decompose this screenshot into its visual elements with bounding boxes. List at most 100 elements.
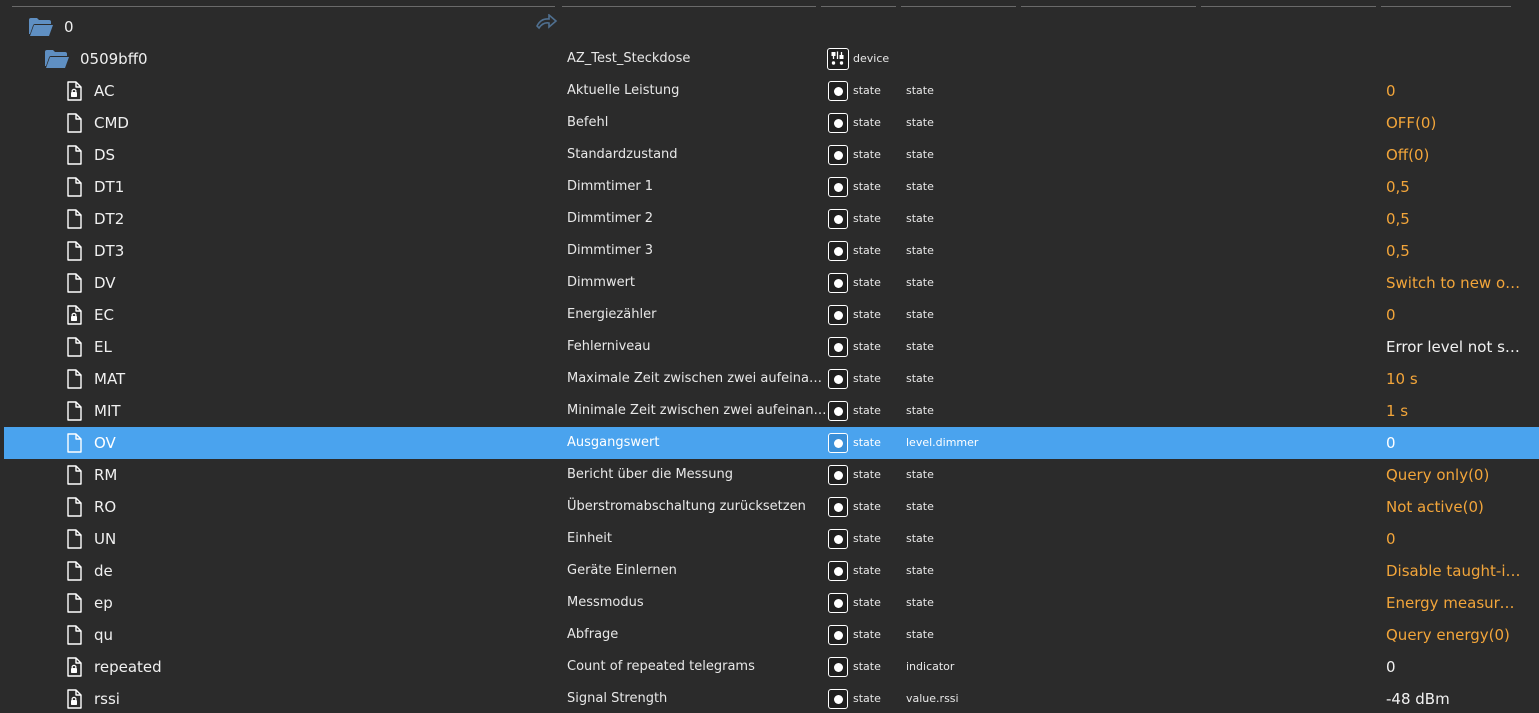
state-row-value[interactable]: 1 s xyxy=(1386,395,1523,427)
file-icon xyxy=(66,235,82,267)
state-dot-icon xyxy=(826,203,850,235)
file-icon xyxy=(66,395,82,427)
tree-row-id: 0509bff0 xyxy=(80,50,148,68)
state-row-id: EC xyxy=(94,306,114,324)
state-row[interactable]: rssi Signal Strength state value.rssi -48 dB… xyxy=(4,683,1539,713)
state-row[interactable]: qu Abfrage state state Query energy(0) xyxy=(4,619,1539,651)
state-row-value[interactable]: 0 xyxy=(1386,427,1523,459)
header-divider-room xyxy=(1021,6,1196,7)
state-row-name: Minimale Zeit zwischen zwei aufeinander.… xyxy=(567,403,829,418)
state-row[interactable]: EL Fehlerniveau state state Error level not … xyxy=(4,331,1539,363)
state-row-name: Dimmwert xyxy=(567,275,636,290)
state-dot-icon xyxy=(826,171,850,203)
state-row-name: Standardzustand xyxy=(567,147,678,162)
state-row-id: DT1 xyxy=(94,178,125,196)
state-row[interactable]: DT1 Dimmtimer 1 state state 0,5 xyxy=(4,171,1539,203)
state-row[interactable]: MIT Minimale Zeit zwischen zwei aufeinand… xyxy=(4,395,1539,427)
state-row-name: Befehl xyxy=(567,115,609,130)
folder-open-icon[interactable] xyxy=(28,11,54,43)
state-row-value[interactable]: 0,5 xyxy=(1386,203,1523,235)
state-row-value[interactable]: Query energy(0) xyxy=(1386,619,1523,651)
state-row-value[interactable]: Energy measurem... xyxy=(1386,587,1523,619)
state-row-role: state xyxy=(906,84,934,97)
state-dot-icon xyxy=(826,459,850,491)
state-row-id: DS xyxy=(94,146,116,164)
state-row-id: DT2 xyxy=(94,210,125,228)
state-row-name: Fehlerniveau xyxy=(567,339,651,354)
state-row[interactable]: repeated Count of repeated telegrams state… xyxy=(4,651,1539,683)
state-row-value[interactable]: 0 xyxy=(1386,299,1523,331)
state-row-id: OV xyxy=(94,434,116,452)
folder-open-icon[interactable] xyxy=(44,43,70,75)
state-row-id: ep xyxy=(94,594,113,612)
file-icon xyxy=(66,491,82,523)
file-icon xyxy=(66,363,82,395)
state-row-id: RM xyxy=(94,466,118,484)
edit-icon[interactable] xyxy=(533,13,559,36)
state-row-name: Count of repeated telegrams xyxy=(567,659,755,674)
state-row[interactable]: RM Bericht über die Messung state state Quer… xyxy=(4,459,1539,491)
state-row-value[interactable]: Off(0) xyxy=(1386,139,1523,171)
state-row-value[interactable]: 10 s xyxy=(1386,363,1523,395)
file-icon xyxy=(66,555,82,587)
state-row[interactable]: DT3 Dimmtimer 3 state state 0,5 xyxy=(4,235,1539,267)
state-row-id: DV xyxy=(94,274,116,292)
state-row-value[interactable]: 0,5 xyxy=(1386,171,1523,203)
tree-row-id: 0 xyxy=(64,18,74,36)
column-header-dividers xyxy=(0,6,1539,7)
state-row[interactable]: OV Ausgangswert state level.dimmer 0 xyxy=(4,427,1539,459)
file-icon xyxy=(66,587,82,619)
state-row[interactable]: MAT Maximale Zeit zwischen zwei aufeinand… xyxy=(4,363,1539,395)
state-row[interactable]: ep Messmodus state state Energy measurem... xyxy=(4,587,1539,619)
state-row-type: state xyxy=(853,436,881,449)
state-row-type: state xyxy=(853,532,881,545)
file-lock-icon xyxy=(66,651,82,683)
state-row-type: state xyxy=(853,116,881,129)
state-row-value[interactable]: 0 xyxy=(1386,75,1523,107)
state-row[interactable]: DS Standardzustand state state Off(0) xyxy=(4,139,1539,171)
header-divider-value xyxy=(1381,6,1511,7)
state-row-value[interactable]: Query only(0) xyxy=(1386,459,1523,491)
tree-row-root[interactable]: 0 xyxy=(4,11,1539,43)
state-row[interactable]: de Geräte Einlernen state state Disable taug… xyxy=(4,555,1539,587)
state-row-type: state xyxy=(853,340,881,353)
state-row-value[interactable]: 0 xyxy=(1386,651,1523,683)
state-row-value[interactable]: -48 dBm xyxy=(1386,683,1523,713)
state-row-role: state xyxy=(906,340,934,353)
state-row-name: Aktuelle Leistung xyxy=(567,83,680,98)
state-row-role: state xyxy=(906,372,934,385)
state-row-type: state xyxy=(853,596,881,609)
state-row-name: Dimmtimer 2 xyxy=(567,211,654,226)
state-row-value[interactable]: Switch to new out... xyxy=(1386,267,1523,299)
state-row[interactable]: AC Aktuelle Leistung state state 0 xyxy=(4,75,1539,107)
state-row-id: MIT xyxy=(94,402,121,420)
state-row-name: Bericht über die Messung xyxy=(567,467,733,482)
state-row-name: Überstromabschaltung zurücksetzen xyxy=(567,499,806,514)
state-dot-icon xyxy=(826,75,850,107)
state-row-role: state xyxy=(906,596,934,609)
state-row-type: state xyxy=(853,244,881,257)
state-row-name: Einheit xyxy=(567,531,613,546)
state-row-value[interactable]: Error level not su... xyxy=(1386,331,1523,363)
state-row-value[interactable]: 0,5 xyxy=(1386,235,1523,267)
state-row[interactable]: EC Energiezähler state state 0 xyxy=(4,299,1539,331)
state-row[interactable]: CMD Befehl state state OFF(0) xyxy=(4,107,1539,139)
state-row-value[interactable]: Not active(0) xyxy=(1386,491,1523,523)
state-dot-icon xyxy=(826,395,850,427)
file-icon xyxy=(66,331,82,363)
state-row-value[interactable]: 0 xyxy=(1386,523,1523,555)
tree-row-device[interactable]: 0509bff0 AZ_Test_Steckdose device xyxy=(4,43,1539,75)
state-dot-icon xyxy=(826,139,850,171)
state-dot-icon xyxy=(826,523,850,555)
file-lock-icon xyxy=(66,299,82,331)
state-row[interactable]: RO Überstromabschaltung zurücksetzen state… xyxy=(4,491,1539,523)
object-browser: 0 0509bff0 AZ_Test_Steckdose device AC A… xyxy=(0,0,1539,713)
state-row-role: indicator xyxy=(906,660,955,673)
state-row-value[interactable]: OFF(0) xyxy=(1386,107,1523,139)
state-row[interactable]: DT2 Dimmtimer 2 state state 0,5 xyxy=(4,203,1539,235)
state-row[interactable]: UN Einheit state state 0 xyxy=(4,523,1539,555)
state-row-value[interactable]: Disable taught-in ... xyxy=(1386,555,1523,587)
header-divider-role xyxy=(901,6,1016,7)
device-icon xyxy=(826,43,850,75)
state-row[interactable]: DV Dimmwert state state Switch to new out... xyxy=(4,267,1539,299)
